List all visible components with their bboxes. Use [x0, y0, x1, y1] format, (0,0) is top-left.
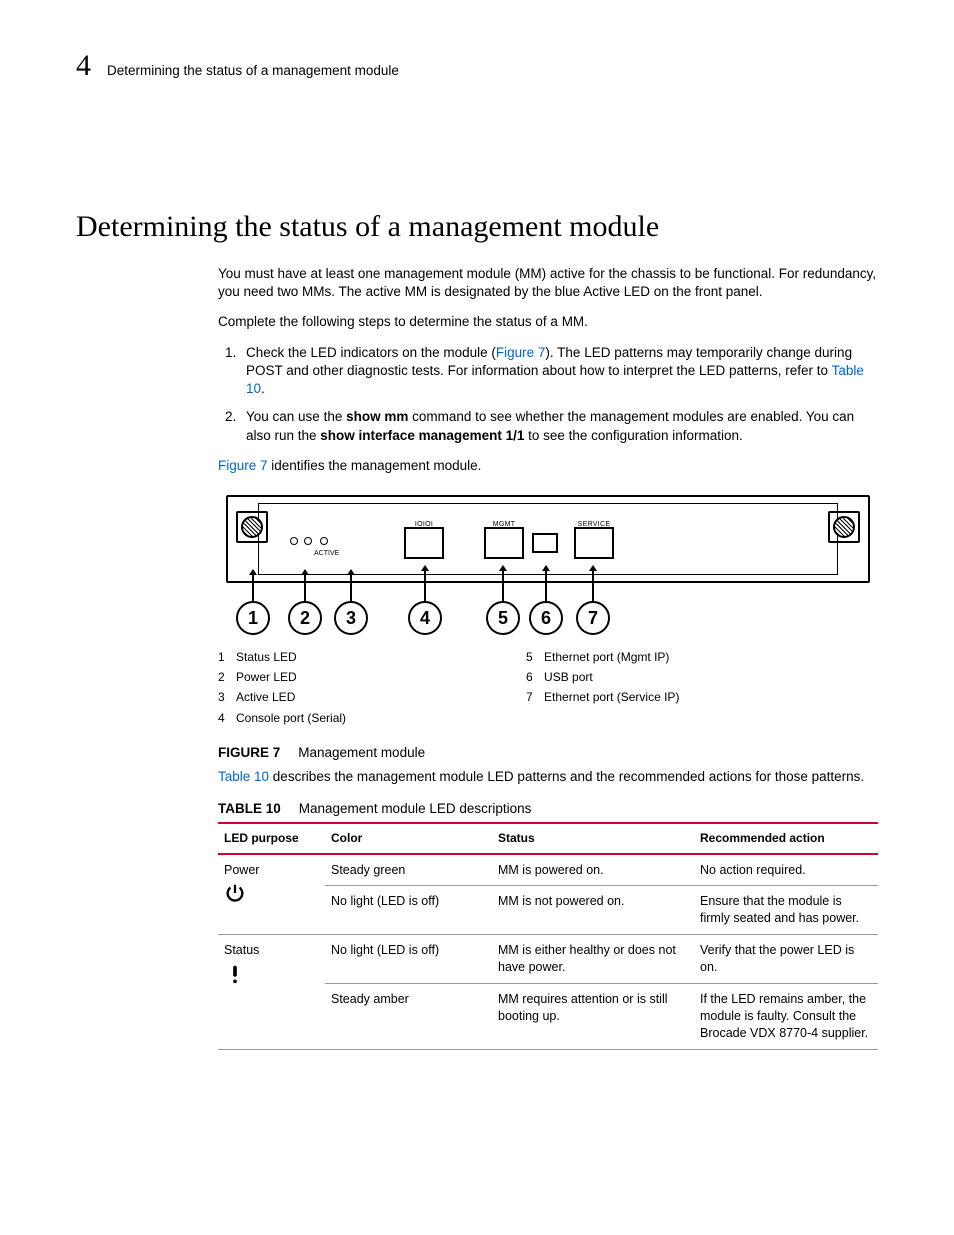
active-label: ACTIVE	[314, 549, 339, 558]
figure-7: ACTIVE IOIOI MGMT SERVICE 1 2	[218, 495, 878, 762]
intro-paragraph-2: Complete the following steps to determin…	[218, 313, 878, 331]
callout-7: 7	[576, 601, 610, 635]
callout-6: 6	[529, 601, 563, 635]
xref-table-10b[interactable]: Table 10	[218, 769, 269, 784]
screw-icon	[828, 511, 860, 543]
power-icon	[224, 882, 319, 909]
table-row: Status No light (LED is off) MM is eithe…	[218, 935, 878, 984]
mgmt-port-icon: MGMT	[484, 527, 524, 559]
steps-list: Check the LED indicators on the module (…	[218, 344, 878, 445]
active-led-icon	[320, 537, 328, 545]
console-port-icon: IOIOI	[404, 527, 444, 559]
callout-4: 4	[408, 601, 442, 635]
intro-paragraph-1: You must have at least one management mo…	[218, 265, 878, 301]
cmd-show-interface: show interface management 1/1	[320, 428, 524, 443]
chapter-number: 4	[76, 46, 91, 87]
table-row: Power Steady green MM is powered on. No …	[218, 854, 878, 886]
xref-figure-7b[interactable]: Figure 7	[218, 458, 268, 473]
callout-3: 3	[334, 601, 368, 635]
chapter-title: Determining the status of a management m…	[107, 62, 399, 80]
figure-intro: Figure 7 identifies the management modul…	[218, 457, 878, 475]
xref-figure-7[interactable]: Figure 7	[496, 345, 546, 360]
running-header: 4 Determining the status of a management…	[76, 46, 878, 87]
status-led-icon	[290, 537, 298, 545]
step-1: Check the LED indicators on the module (…	[240, 344, 878, 399]
table-caption: TABLE 10Management module LED descriptio…	[218, 800, 878, 818]
page-heading: Determining the status of a management m…	[76, 207, 878, 248]
figure-legend: 1Status LED 2Power LED 3Active LED 4Cons…	[218, 649, 878, 730]
callout-1: 1	[236, 601, 270, 635]
legend-col-left: 1Status LED 2Power LED 3Active LED 4Cons…	[218, 649, 346, 730]
legend-col-right: 5Ethernet port (Mgmt IP) 6USB port 7Ethe…	[526, 649, 679, 730]
usb-port-icon	[532, 533, 558, 553]
power-led-icon	[304, 537, 312, 545]
step-2: You can use the show mm command to see w…	[240, 408, 878, 444]
service-port-icon: SERVICE	[574, 527, 614, 559]
exclamation-icon	[224, 963, 319, 990]
led-table: LED purpose Color Status Recommended act…	[218, 822, 878, 1049]
cmd-show-mm: show mm	[346, 409, 408, 424]
table-intro: Table 10 describes the management module…	[218, 768, 878, 786]
callout-2: 2	[288, 601, 322, 635]
table-header-row: LED purpose Color Status Recommended act…	[218, 823, 878, 853]
screw-icon	[236, 511, 268, 543]
figure-caption: FIGURE 7Management module	[218, 744, 878, 762]
callout-5: 5	[486, 601, 520, 635]
